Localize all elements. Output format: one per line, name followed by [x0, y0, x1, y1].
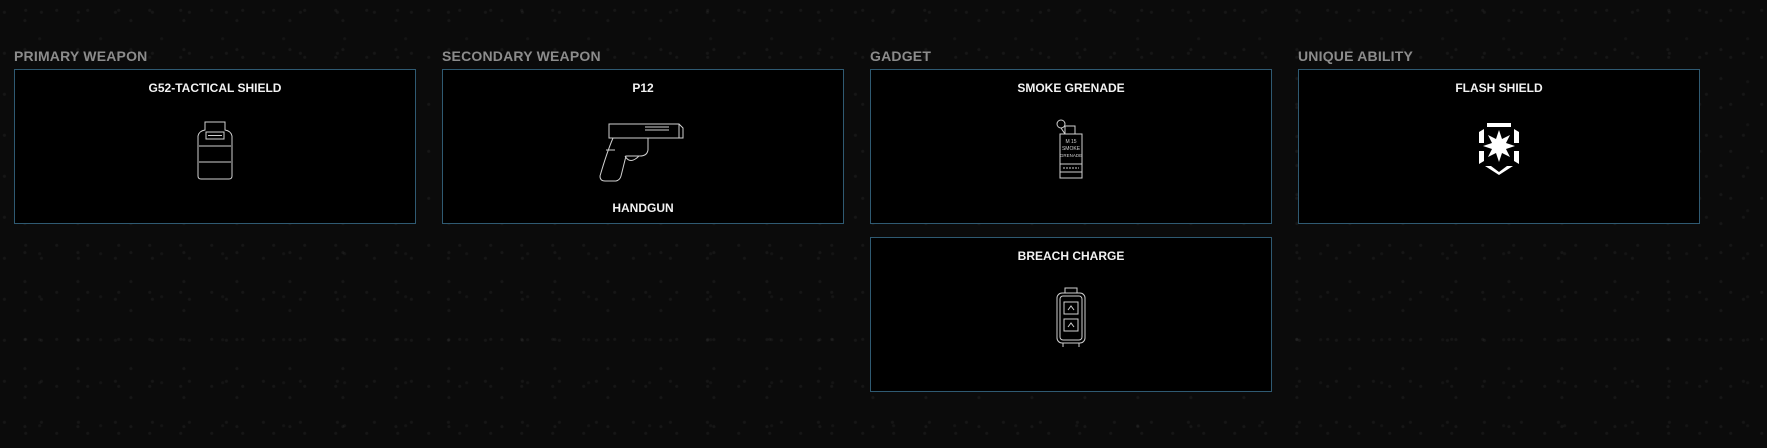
tactical-shield-icon [197, 121, 233, 180]
smoke-grenade-icon: M 15 SMOKE GRENADE [1056, 119, 1083, 179]
secondary-weapon-type: HANDGUN [612, 201, 674, 215]
unique-ability-column: UNIQUE ABILITY FLASH SHIELD [1298, 48, 1700, 224]
secondary-weapon-card[interactable]: P12 HANDGUN [442, 69, 844, 224]
unique-ability-heading: UNIQUE ABILITY [1298, 48, 1414, 64]
unique-ability-name: FLASH SHIELD [1455, 81, 1543, 95]
gadget-heading: GADGET [870, 48, 932, 64]
primary-weapon-name: G52-TACTICAL SHIELD [148, 81, 282, 95]
smoke-grenade-type-text: GRENADE [1060, 153, 1082, 158]
breach-charge-name: BREACH CHARGE [1017, 249, 1125, 263]
smoke-grenade-label-text: SMOKE [1062, 146, 1081, 152]
primary-weapon-heading: PRIMARY WEAPON [14, 48, 148, 64]
primary-weapon-column: PRIMARY WEAPON G52-TACTICAL SHIELD [14, 48, 416, 224]
pistol-icon [599, 123, 684, 182]
breach-charge-icon [1056, 287, 1086, 347]
unique-ability-card[interactable]: FLASH SHIELD [1298, 69, 1700, 224]
smoke-grenade-card[interactable]: SMOKE GRENADE M 15 SMOKE GRENADE [870, 69, 1272, 224]
secondary-weapon-name: P12 [632, 81, 654, 95]
flash-shield-icon [1479, 123, 1519, 175]
breach-charge-card[interactable]: BREACH CHARGE [870, 237, 1272, 392]
primary-weapon-card[interactable]: G52-TACTICAL SHIELD [14, 69, 416, 224]
secondary-weapon-column: SECONDARY WEAPON P12 HANDGUN [442, 48, 844, 224]
smoke-grenade-model-text: M 15 [1065, 139, 1076, 145]
secondary-weapon-heading: SECONDARY WEAPON [442, 48, 601, 64]
gadget-column: GADGET SMOKE GRENADE M 15 SMOKE GRENADE … [870, 48, 1272, 392]
smoke-grenade-name: SMOKE GRENADE [1017, 81, 1125, 95]
